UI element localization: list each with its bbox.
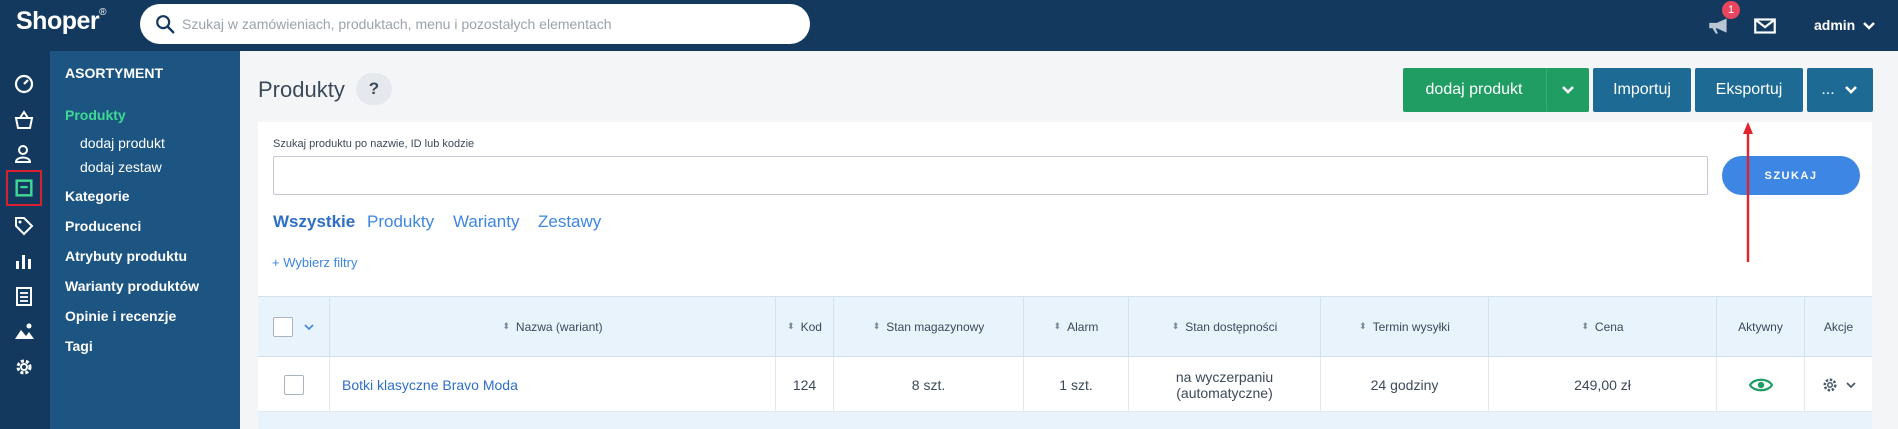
sidebar-item-add-product[interactable]: dodaj produkt xyxy=(80,135,165,151)
logo[interactable]: Shoper® xyxy=(16,7,106,36)
logo-text: Shoper xyxy=(16,7,100,35)
global-search-input[interactable] xyxy=(182,4,792,44)
chart-icon[interactable] xyxy=(12,249,36,273)
tab-sets[interactable]: Zestawy xyxy=(538,212,601,232)
basket-icon[interactable] xyxy=(12,108,36,132)
add-product-dropdown[interactable] xyxy=(1546,68,1589,112)
column-stock[interactable]: ⬍ Stan magazynowy xyxy=(834,297,1024,356)
sidebar-item-reviews[interactable]: Opinie i recenzje xyxy=(65,308,176,324)
help-button[interactable]: ? xyxy=(356,73,392,105)
product-alarm: 1 szt. xyxy=(1024,357,1129,412)
sidebar-item-tags[interactable]: Tagi xyxy=(65,338,93,354)
choose-filters-link[interactable]: + Wybierz filtry xyxy=(272,255,357,270)
product-shipping: 24 godziny xyxy=(1321,357,1489,412)
sort-icon: ⬍ xyxy=(787,321,795,331)
sidebar-item-attributes[interactable]: Atrybuty produktu xyxy=(65,248,187,264)
product-search-label: Szukaj produktu po nazwie, ID lub kodzie xyxy=(273,138,475,150)
product-availability: na wyczerpaniu (automatyczne) xyxy=(1129,357,1321,412)
row-checkbox[interactable] xyxy=(283,374,304,395)
eye-icon[interactable] xyxy=(1748,377,1773,393)
user-menu[interactable]: admin xyxy=(1814,17,1855,33)
availability-status: na wyczerpaniu xyxy=(1175,368,1274,385)
column-label: Akcje xyxy=(1823,319,1854,334)
sidebar-header: ASORTYMENT xyxy=(65,65,163,81)
image-icon[interactable] xyxy=(12,319,36,343)
column-availability[interactable]: ⬍ Stan dostępności xyxy=(1129,297,1321,356)
column-label: Cena xyxy=(1594,319,1624,334)
chevron-down-icon xyxy=(1562,86,1574,94)
column-actions: Akcje xyxy=(1805,297,1872,356)
sort-icon: ⬍ xyxy=(1053,321,1062,331)
tab-products[interactable]: Produkty xyxy=(367,212,434,232)
sidebar-item-add-set[interactable]: dodaj zestaw xyxy=(80,159,162,175)
column-code[interactable]: ⬍ Kod xyxy=(776,297,834,356)
table-header: ⬍ Nazwa (wariant) ⬍ Kod ⬍ Stan magazynowy ⬍… xyxy=(258,296,1872,357)
product-price: 249,00 zł xyxy=(1489,357,1717,412)
products-nav-active[interactable] xyxy=(6,170,42,206)
top-bar: Shoper® 1 admin xyxy=(0,0,1898,51)
column-label: Stan dostępności xyxy=(1185,319,1278,334)
column-label: Kod xyxy=(800,319,822,334)
chevron-down-icon[interactable] xyxy=(1845,379,1857,391)
table-row xyxy=(258,412,1872,429)
select-all-checkbox[interactable] xyxy=(272,316,293,337)
product-actions-cell xyxy=(1805,357,1872,412)
column-label: Stan magazynowy xyxy=(886,319,985,334)
table-row: Botki klasyczne Bravo Moda 124 8 szt. 1 … xyxy=(258,357,1872,412)
gear-icon[interactable] xyxy=(1821,376,1839,394)
sort-icon: ⬍ xyxy=(872,321,881,331)
column-label: Nazwa (wariant) xyxy=(515,319,603,334)
page-title: Produkty xyxy=(258,77,345,102)
search-icon xyxy=(156,15,175,34)
more-label: ... xyxy=(1821,81,1835,98)
tab-all[interactable]: Wszystkie xyxy=(273,212,355,232)
column-label: Termin wysyłki xyxy=(1372,319,1450,334)
sidebar-item-producers[interactable]: Producenci xyxy=(65,218,141,234)
column-active: Aktywny xyxy=(1717,297,1805,356)
column-alarm[interactable]: ⬍ Alarm xyxy=(1024,297,1129,356)
column-label: Alarm xyxy=(1067,319,1099,334)
product-stock: 8 szt. xyxy=(834,357,1024,412)
notification-badge: 1 xyxy=(1722,1,1740,19)
product-active-cell xyxy=(1717,357,1805,412)
sort-icon: ⬍ xyxy=(502,321,510,331)
sort-icon: ⬍ xyxy=(1359,321,1367,331)
product-search-input[interactable] xyxy=(273,156,1708,195)
sort-icon: ⬍ xyxy=(1171,321,1180,331)
more-button[interactable]: ... xyxy=(1807,68,1873,112)
logo-mark: ® xyxy=(99,6,106,18)
assortment-sidebar: ASORTYMENT Produkty dodaj produkt dodaj … xyxy=(50,51,240,429)
chevron-down-icon[interactable] xyxy=(1862,19,1876,33)
import-button[interactable]: Importuj xyxy=(1593,68,1691,112)
gear-icon[interactable] xyxy=(12,355,36,379)
tab-variants[interactable]: Warianty xyxy=(453,212,519,232)
product-name-link[interactable]: Botki klasyczne Bravo Moda xyxy=(330,357,776,412)
icon-sidebar xyxy=(0,51,50,429)
column-shipping[interactable]: ⬍ Termin wysyłki xyxy=(1321,297,1489,356)
select-all-cell xyxy=(258,297,330,356)
sidebar-item-categories[interactable]: Kategorie xyxy=(65,188,130,204)
box-icon xyxy=(15,179,33,197)
sidebar-item-products[interactable]: Produkty xyxy=(65,107,126,123)
dashboard-icon[interactable] xyxy=(12,72,36,96)
chevron-down-icon[interactable] xyxy=(303,321,315,333)
sidebar-item-variants[interactable]: Warianty produktów xyxy=(65,278,199,294)
column-name[interactable]: ⬍ Nazwa (wariant) xyxy=(330,297,776,356)
export-button[interactable]: Eksportuj xyxy=(1695,68,1803,112)
chevron-down-icon xyxy=(1844,86,1857,94)
row-select-cell xyxy=(258,357,330,412)
tag-icon[interactable] xyxy=(12,214,36,238)
availability-mode: (automatyczne) xyxy=(1176,384,1273,401)
pages-icon[interactable] xyxy=(12,284,36,308)
global-search[interactable] xyxy=(140,4,810,44)
column-label: Aktywny xyxy=(1738,319,1783,334)
column-price[interactable]: ⬍ Cena xyxy=(1489,297,1717,356)
sort-icon: ⬍ xyxy=(1581,321,1589,331)
product-code: 124 xyxy=(776,357,834,412)
annotation-arrow-icon xyxy=(1743,122,1753,262)
users-icon[interactable] xyxy=(12,142,36,166)
mail-icon[interactable] xyxy=(1752,13,1778,39)
add-product-label: dodaj produkt xyxy=(1425,81,1523,98)
